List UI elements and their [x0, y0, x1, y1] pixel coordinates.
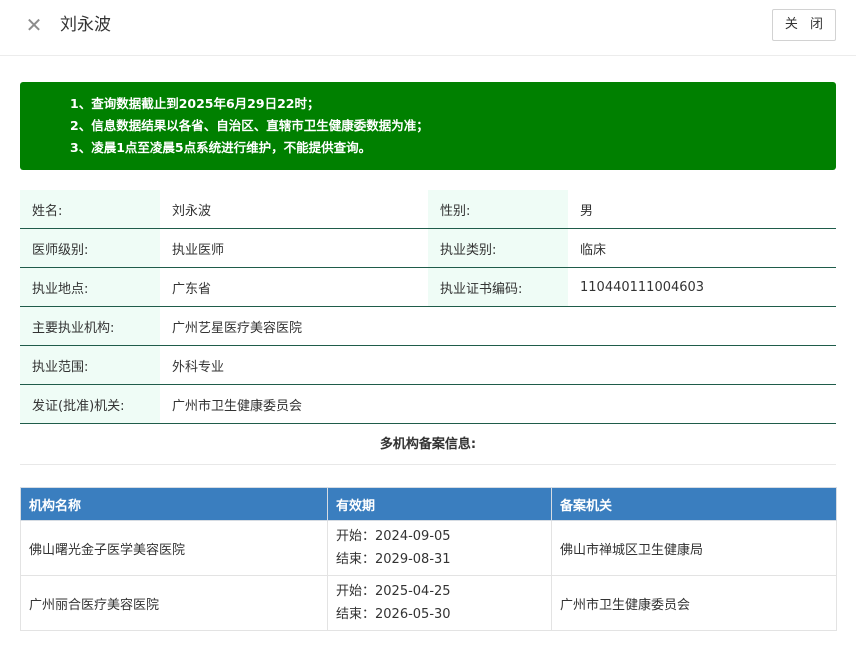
location-value: 广东省	[160, 267, 428, 307]
record-validity: 开始：2025-04-25 结束：2026-05-30	[327, 575, 552, 631]
record-org: 广州丽合医疗美容医院	[20, 575, 328, 631]
dialog-title: 刘永波	[60, 15, 111, 35]
info-row-institution: 主要执业机构: 广州艺星医疗美容医院	[20, 306, 836, 346]
record-org: 佛山曙光金子医学美容医院	[20, 520, 328, 576]
institution-value: 广州艺星医疗美容医院	[160, 306, 836, 346]
name-value: 刘永波	[160, 190, 428, 229]
dialog-header: ✕ 刘永波 关 闭	[0, 0, 856, 56]
record-end: 结束：2029-08-31	[336, 552, 451, 567]
record-start: 开始：2025-04-25	[336, 584, 451, 599]
notice-banner: 1、查询数据截止到2025年6月29日22时； 2、信息数据结果以各省、自治区、…	[20, 82, 836, 170]
certificate-label: 执业证书编码:	[428, 267, 568, 307]
notice-line-1: 1、查询数据截止到2025年6月29日22时；	[70, 96, 320, 111]
column-header-validity: 有效期	[327, 487, 552, 521]
record-start: 开始：2024-09-05	[336, 529, 451, 544]
notice-line-3: 3、凌晨1点至凌晨5点系统进行维护，不能提供查询。	[70, 140, 372, 155]
record-validity: 开始：2024-09-05 结束：2029-08-31	[327, 520, 552, 576]
gender-label: 性别:	[428, 190, 568, 229]
column-header-authority: 备案机关	[551, 487, 837, 521]
record-authority: 佛山市禅城区卫生健康局	[551, 520, 837, 576]
scope-label: 执业范围:	[20, 345, 160, 385]
scope-value: 外科专业	[160, 345, 836, 385]
category-label: 执业类别:	[428, 228, 568, 268]
level-value: 执业医师	[160, 228, 428, 268]
authority-label: 发证(批准)机关:	[20, 384, 160, 424]
name-label: 姓名:	[20, 190, 160, 229]
info-row-authority: 发证(批准)机关: 广州市卫生健康委员会	[20, 384, 836, 424]
category-value: 临床	[568, 228, 836, 268]
records-section-title: 多机构备案信息:	[20, 427, 836, 465]
record-authority: 广州市卫生健康委员会	[551, 575, 837, 631]
gender-value: 男	[568, 190, 836, 229]
info-row-level: 医师级别: 执业医师 执业类别: 临床	[20, 228, 836, 268]
table-row: 佛山曙光金子医学美容医院 开始：2024-09-05 结束：2029-08-31…	[20, 520, 837, 576]
doctor-info-table: 姓名: 刘永波 性别: 男 医师级别: 执业医师 执业类别: 临床 执业地点: …	[20, 190, 836, 424]
records-header-row: 机构名称 有效期 备案机关	[20, 487, 837, 521]
info-row-scope: 执业范围: 外科专业	[20, 345, 836, 385]
info-row-name: 姓名: 刘永波 性别: 男	[20, 190, 836, 229]
close-button[interactable]: 关 闭	[772, 9, 836, 41]
records-table: 机构名称 有效期 备案机关 佛山曙光金子医学美容医院 开始：2024-09-05…	[20, 487, 837, 631]
notice-line-2: 2、信息数据结果以各省、自治区、直辖市卫生健康委数据为准；	[70, 118, 429, 133]
location-label: 执业地点:	[20, 267, 160, 307]
certificate-value: 110440111004603	[568, 267, 836, 307]
level-label: 医师级别:	[20, 228, 160, 268]
record-end: 结束：2026-05-30	[336, 607, 451, 622]
column-header-org: 机构名称	[20, 487, 328, 521]
institution-label: 主要执业机构:	[20, 306, 160, 346]
info-row-location: 执业地点: 广东省 执业证书编码: 110440111004603	[20, 267, 836, 307]
close-icon[interactable]: ✕	[24, 15, 44, 35]
authority-value: 广州市卫生健康委员会	[160, 384, 836, 424]
table-row: 广州丽合医疗美容医院 开始：2025-04-25 结束：2026-05-30 广…	[20, 575, 837, 631]
